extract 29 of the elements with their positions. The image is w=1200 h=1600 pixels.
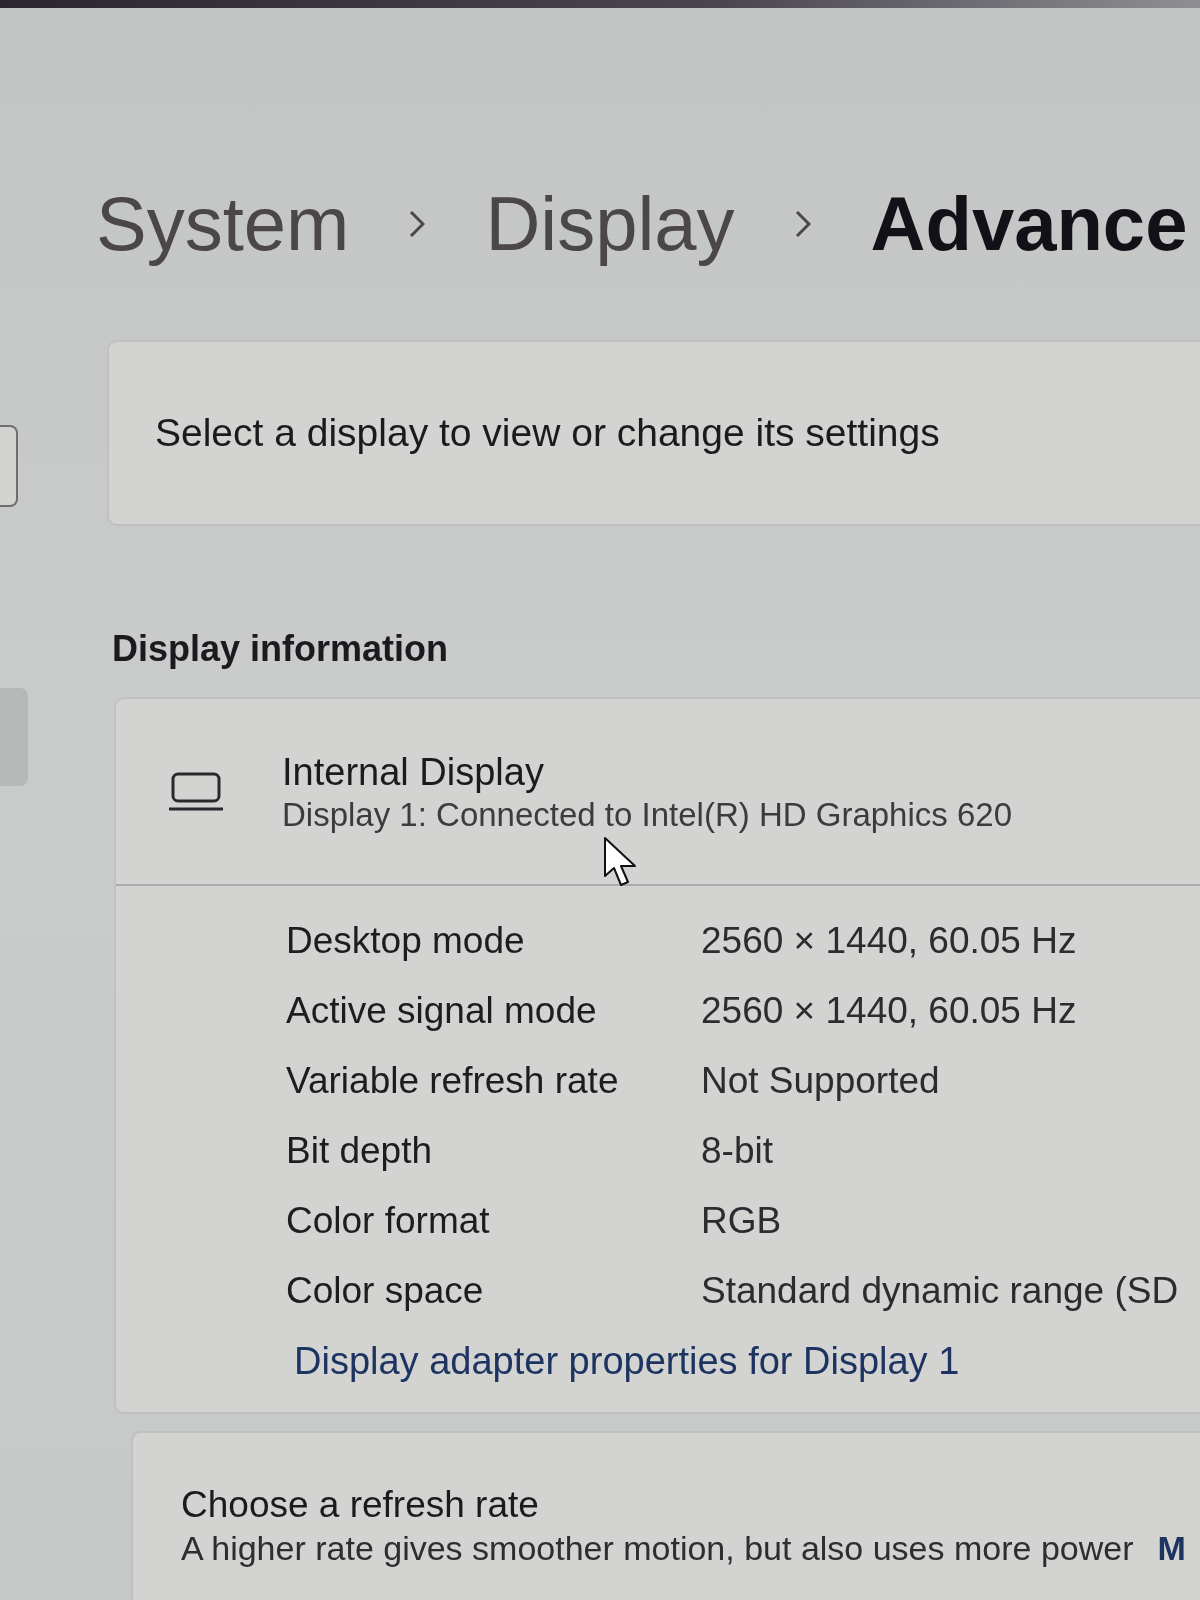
property-label: Variable refresh rate xyxy=(286,1059,619,1103)
setting-description: A higher rate gives smoother motion, but also uses more power xyxy=(181,1528,1134,1568)
chevron-right-icon xyxy=(794,210,811,238)
laptop-icon xyxy=(168,770,224,813)
breadcrumb-item[interactable]: Display xyxy=(485,178,735,270)
property-label: Color format xyxy=(286,1199,490,1243)
chevron-right-icon xyxy=(409,210,426,238)
display-select-card[interactable]: Select a display to view or change its settings xyxy=(107,340,1200,526)
setting-title: Choose a refresh rate xyxy=(181,1483,539,1527)
adapter-properties-link[interactable]: Display adapter properties for Display 1 xyxy=(294,1339,960,1383)
info-link[interactable]: M xyxy=(1157,1528,1186,1568)
search-field[interactable] xyxy=(0,425,18,507)
property-value: Not Supported xyxy=(701,1059,940,1103)
mouse-pointer-icon xyxy=(603,836,639,888)
section-heading: Display information xyxy=(112,629,449,669)
property-label: Bit depth xyxy=(286,1129,433,1173)
card-prompt: Select a display to view or change its settings xyxy=(155,410,940,456)
breadcrumb-item[interactable]: System xyxy=(96,178,350,270)
property-value: Standard dynamic range (SD xyxy=(701,1269,1179,1313)
property-value: RGB xyxy=(701,1199,782,1243)
property-value: 2560 × 1440, 60.05 Hz xyxy=(701,989,1077,1033)
breadcrumb-item: Advance xyxy=(870,180,1188,268)
property-label: Active signal mode xyxy=(286,989,597,1033)
property-value: 2560 × 1440, 60.05 Hz xyxy=(701,919,1077,963)
property-label: Color space xyxy=(286,1269,484,1313)
display-name: Internal Display xyxy=(282,749,544,795)
display-description: Display 1: Connected to Intel(R) HD Graphics 620 xyxy=(282,794,1012,835)
property-label: Desktop mode xyxy=(286,919,525,963)
property-value: 8-bit xyxy=(701,1129,773,1173)
